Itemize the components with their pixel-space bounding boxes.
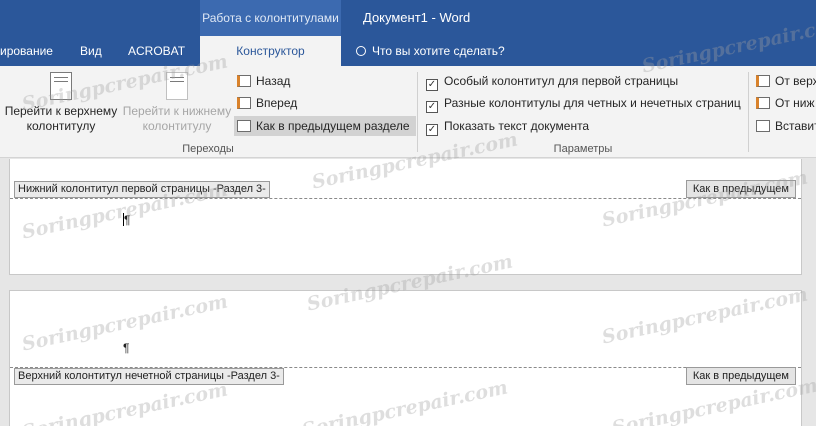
goto-header-icon bbox=[50, 72, 72, 100]
different-odd-even-checkbox[interactable]: ✓ Разные колонтитулы для четных и нечетны… bbox=[426, 93, 741, 113]
footer-first-page-tag: Нижний колонтитул первой страницы -Разде… bbox=[14, 181, 270, 198]
different-first-page-label: Особый колонтитул для первой страницы bbox=[444, 74, 679, 88]
link-to-previous-label: Как в предыдущем разделе bbox=[256, 119, 410, 133]
document-area[interactable]: Нижний колонтитул первой страницы -Разде… bbox=[0, 159, 816, 426]
tab-review[interactable]: ирование bbox=[0, 36, 60, 66]
header-from-top-control[interactable]: От верх bbox=[756, 71, 816, 91]
show-document-text-label: Показать текст документа bbox=[444, 119, 590, 133]
checkbox-checked-icon: ✓ bbox=[426, 101, 438, 113]
group-separator bbox=[748, 72, 749, 152]
link-to-previous-icon bbox=[237, 120, 251, 132]
ribbon-tabs: ирование Вид ACROBAT Конструктор Что вы … bbox=[0, 36, 816, 66]
page-first[interactable]: Нижний колонтитул первой страницы -Разде… bbox=[9, 159, 802, 275]
same-as-previous-tag: Как в предыдущем bbox=[685, 367, 796, 385]
previous-icon bbox=[237, 75, 251, 87]
paragraph-mark: ¶ bbox=[124, 213, 131, 227]
insert-alignment-tab-button[interactable]: Вставит bbox=[756, 116, 816, 136]
options-group-label: Параметры bbox=[553, 143, 613, 155]
goto-header-button[interactable]: Перейти к верхнему колонтитулу bbox=[4, 72, 118, 134]
footer-from-bottom-label: От ниж bbox=[775, 96, 815, 110]
checkbox-checked-icon: ✓ bbox=[426, 79, 438, 91]
group-separator bbox=[417, 72, 418, 152]
header-odd-page-tag: Верхний колонтитул нечетной страницы -Ра… bbox=[14, 368, 284, 385]
page-second[interactable]: ¶ Верхний колонтитул нечетной страницы -… bbox=[9, 290, 802, 426]
ribbon: Перейти к верхнему колонтитулу Перейти к… bbox=[0, 66, 816, 158]
footer-position-icon bbox=[756, 97, 770, 109]
show-document-text-checkbox[interactable]: ✓ Показать текст документа bbox=[426, 116, 589, 136]
alignment-tab-icon bbox=[756, 120, 770, 132]
tab-view[interactable]: Вид bbox=[80, 36, 102, 66]
header-position-icon bbox=[756, 75, 770, 87]
same-as-previous-tag: Как в предыдущем bbox=[685, 180, 796, 198]
insert-alignment-tab-label: Вставит bbox=[775, 119, 816, 133]
previous-button[interactable]: Назад bbox=[237, 71, 290, 91]
tab-design[interactable]: Конструктор bbox=[200, 36, 341, 66]
footer-boundary-line bbox=[10, 198, 801, 199]
tell-me-box[interactable]: Что вы хотите сделать? bbox=[356, 36, 505, 66]
goto-footer-button[interactable]: Перейти к нижнему колонтитулу bbox=[120, 72, 234, 134]
different-odd-even-label: Разные колонтитулы для четных и нечетных… bbox=[444, 96, 741, 110]
goto-header-label: Перейти к верхнему колонтитулу bbox=[4, 104, 118, 133]
checkbox-checked-icon: ✓ bbox=[426, 124, 438, 136]
tell-me-label: Что вы хотите сделать? bbox=[372, 44, 505, 58]
navigation-group-label: Переходы bbox=[182, 143, 234, 155]
tab-acrobat[interactable]: ACROBAT bbox=[128, 36, 188, 66]
header-from-top-label: От верх bbox=[775, 74, 816, 88]
footer-from-bottom-control[interactable]: От ниж bbox=[756, 93, 815, 113]
next-icon bbox=[237, 97, 251, 109]
next-button[interactable]: Вперед bbox=[237, 93, 297, 113]
title-bar: Работа с колонтитулами Документ1 - Word bbox=[0, 0, 816, 36]
previous-label: Назад bbox=[256, 74, 291, 88]
document-title: Документ1 - Word bbox=[363, 10, 471, 25]
paragraph-mark: ¶ bbox=[123, 341, 130, 355]
goto-footer-icon bbox=[166, 72, 188, 100]
next-label: Вперед bbox=[256, 96, 298, 110]
goto-footer-label: Перейти к нижнему колонтитулу bbox=[122, 104, 232, 133]
link-to-previous-button[interactable]: Как в предыдущем разделе bbox=[234, 116, 416, 136]
contextual-tab-group-label: Работа с колонтитулами bbox=[200, 0, 341, 36]
lightbulb-icon bbox=[356, 46, 366, 56]
different-first-page-checkbox[interactable]: ✓ Особый колонтитул для первой страницы bbox=[426, 71, 678, 91]
